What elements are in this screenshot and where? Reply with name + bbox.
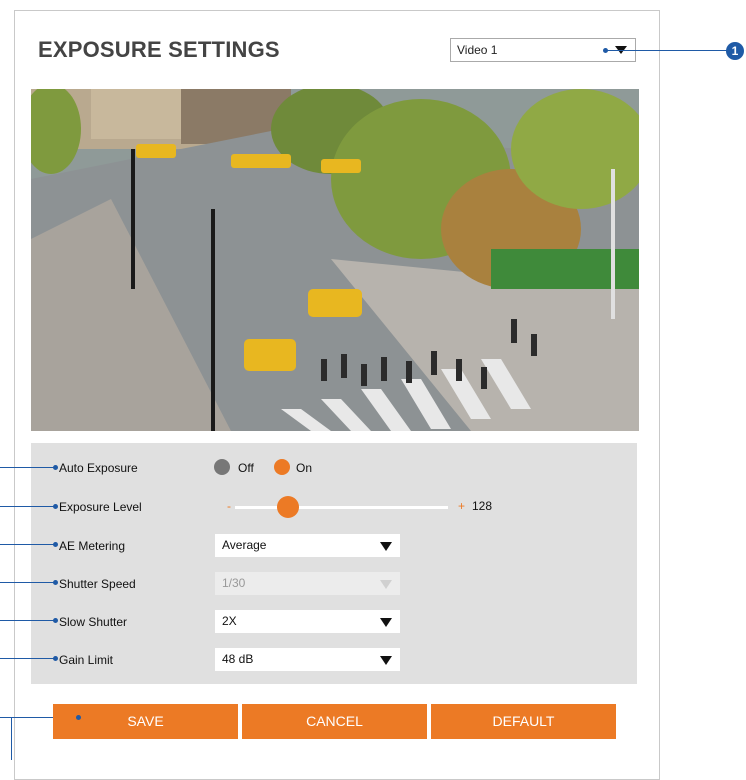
cancel-button[interactable]: CANCEL bbox=[242, 704, 427, 739]
shutter-speed-label: Shutter Speed bbox=[59, 577, 136, 591]
slow-shutter-select[interactable]: 2X bbox=[215, 610, 400, 633]
ae-metering-value: Average bbox=[222, 538, 267, 552]
ae-metering-select[interactable]: Average bbox=[215, 534, 400, 557]
auto-exposure-off-label: Off bbox=[238, 461, 254, 475]
exposure-level-value: 128 bbox=[472, 499, 493, 513]
callout-dot bbox=[53, 504, 58, 509]
callout-dot bbox=[76, 715, 81, 720]
exposure-level-minus: - bbox=[227, 499, 231, 513]
chevron-down-icon bbox=[380, 542, 392, 551]
gain-limit-select[interactable]: 48 dB bbox=[215, 648, 400, 671]
callout-line bbox=[0, 467, 57, 468]
callout-dot bbox=[53, 618, 58, 623]
callout-line bbox=[0, 620, 57, 621]
callout-dot bbox=[53, 465, 58, 470]
callout-line bbox=[11, 717, 12, 760]
default-button[interactable]: DEFAULT bbox=[431, 704, 616, 739]
ae-metering-label: AE Metering bbox=[59, 539, 126, 553]
auto-exposure-on-label: On bbox=[296, 461, 313, 475]
video-source-value: Video 1 bbox=[457, 43, 498, 57]
callout-line bbox=[0, 658, 57, 659]
callout-line bbox=[0, 582, 57, 583]
callout-dot bbox=[53, 656, 58, 661]
chevron-down-icon bbox=[380, 618, 392, 627]
slow-shutter-value: 2X bbox=[222, 614, 237, 628]
exposure-level-label: Exposure Level bbox=[59, 500, 142, 514]
exposure-level-plus: + bbox=[458, 499, 466, 513]
auto-exposure-on-radio[interactable] bbox=[274, 459, 290, 475]
callout-number-badge: 1 bbox=[726, 42, 744, 60]
callout-line bbox=[0, 506, 57, 507]
callout-dot bbox=[53, 580, 58, 585]
callout-line bbox=[0, 717, 57, 718]
gain-limit-label: Gain Limit bbox=[59, 653, 114, 667]
exposure-level-slider-track[interactable] bbox=[235, 506, 448, 509]
camera-preview-image bbox=[31, 89, 639, 431]
callout-dot bbox=[53, 542, 58, 547]
callout-line bbox=[606, 50, 728, 51]
chevron-down-icon bbox=[380, 656, 392, 665]
auto-exposure-label: Auto Exposure bbox=[59, 461, 138, 475]
save-button[interactable]: SAVE bbox=[53, 704, 238, 739]
auto-exposure-off-radio[interactable] bbox=[214, 459, 230, 475]
slow-shutter-label: Slow Shutter bbox=[59, 615, 128, 629]
page-title: EXPOSURE SETTINGS bbox=[38, 37, 280, 62]
shutter-speed-value: 1/30 bbox=[222, 576, 246, 590]
callout-line bbox=[0, 544, 57, 545]
chevron-down-icon bbox=[380, 580, 392, 589]
shutter-speed-select: 1/30 bbox=[215, 572, 400, 595]
gain-limit-value: 48 dB bbox=[222, 652, 254, 666]
